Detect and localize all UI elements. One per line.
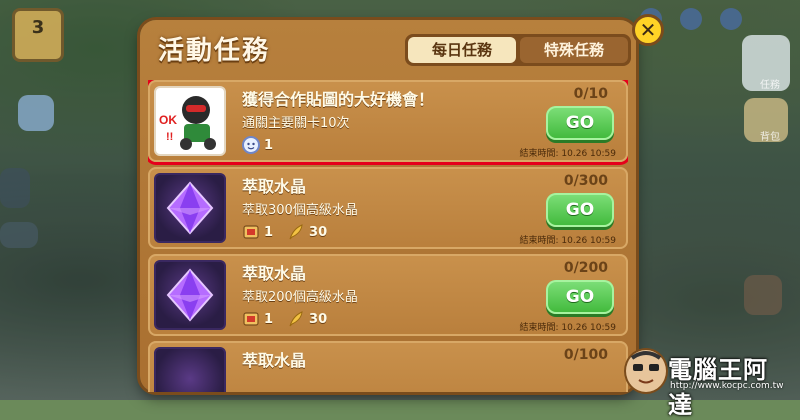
- mission-title: 萃取水晶: [242, 264, 307, 283]
- close-button[interactable]: ✕: [632, 14, 664, 46]
- reward-amount: 30: [309, 224, 328, 240]
- left-menu-icon: [18, 95, 54, 131]
- treasure-card-icon: [242, 223, 260, 241]
- treasure-card-icon: [242, 310, 260, 328]
- level-value: 3: [31, 17, 45, 38]
- feather-icon: [287, 223, 305, 241]
- feather-icon: [287, 310, 305, 328]
- mission-progress: 0/300: [563, 173, 608, 189]
- mascot-face-icon: [624, 348, 668, 394]
- mission-list[interactable]: OK !! 獲得合作貼圖的大好機會！ 通關主要關卡10次 1 0/10 GO 結…: [148, 80, 628, 392]
- tab-special-missions[interactable]: 特殊任務: [520, 37, 628, 63]
- mission-deadline: 結束時間: 10.26 10:59: [519, 149, 616, 159]
- backpack-menu-label: 背包: [760, 132, 780, 143]
- panel-title: 活動任務: [158, 36, 271, 66]
- mission-title: 萃取水晶: [242, 177, 307, 196]
- site-watermark: 電腦王阿達 http://www.kocpc.com.tw: [624, 348, 792, 419]
- mission-card: 萃取水晶 0/100: [148, 341, 628, 392]
- mission-rewards: 1 30: [242, 308, 327, 330]
- mission-progress: 0/100: [563, 347, 608, 363]
- sticker-icon: OK !!: [154, 86, 226, 156]
- mission-progress: 0/200: [563, 260, 608, 276]
- mission-card: OK !! 獲得合作貼圖的大好機會！ 通關主要關卡10次 1 0/10 GO 結…: [148, 80, 628, 162]
- purple-crystal-icon: [154, 347, 226, 392]
- svg-text:OK: OK: [159, 113, 177, 127]
- mission-deadline: 結束時間: 10.26 10:59: [519, 236, 616, 246]
- mission-progress: 0/10: [573, 86, 608, 102]
- mission-description: 萃取200個高級水晶: [242, 290, 358, 305]
- mission-card: 萃取水晶 萃取200個高級水晶 1 30 0/200 GO 結束時間: 10.2…: [148, 254, 628, 336]
- go-button[interactable]: GO: [546, 106, 614, 140]
- watermark-url: http://www.kocpc.com.tw: [670, 381, 784, 391]
- purple-crystal-icon: [154, 260, 226, 330]
- reward-amount: 1: [264, 137, 274, 153]
- level-badge: 3: [12, 8, 64, 62]
- mission-rewards: 1 30: [242, 221, 327, 243]
- mission-rewards: 1: [242, 134, 273, 156]
- right-side-icon: [744, 275, 782, 315]
- reward-amount: 1: [264, 311, 274, 327]
- mission-menu-label: 任務: [760, 80, 780, 91]
- reward-amount: 30: [309, 311, 328, 327]
- left-side-banner: [0, 222, 38, 248]
- mission-tabs: 每日任務 特殊任務: [405, 34, 631, 66]
- go-button[interactable]: GO: [546, 193, 614, 227]
- mission-title: 獲得合作貼圖的大好機會！: [242, 90, 435, 109]
- mission-deadline: 結束時間: 10.26 10:59: [519, 323, 616, 333]
- mission-description: 通關主要關卡10次: [242, 116, 350, 131]
- go-button[interactable]: GO: [546, 280, 614, 314]
- left-side-icon: [0, 168, 30, 208]
- mission-title: 萃取水晶: [242, 351, 307, 370]
- purple-crystal-icon: [154, 173, 226, 243]
- mission-panel: 活動任務 每日任務 特殊任務 OK !! 獲得合作貼圖的大好機會！ 通關主要關卡…: [140, 20, 636, 392]
- mission-card: 萃取水晶 萃取300個高級水晶 1 30 0/300 GO 結束時間: 10.2…: [148, 167, 628, 249]
- svg-text:!!: !!: [166, 131, 173, 143]
- coin-face-icon: [242, 136, 260, 154]
- tab-daily-missions[interactable]: 每日任務: [408, 37, 516, 63]
- reward-amount: 1: [264, 224, 274, 240]
- mission-description: 萃取300個高級水晶: [242, 203, 358, 218]
